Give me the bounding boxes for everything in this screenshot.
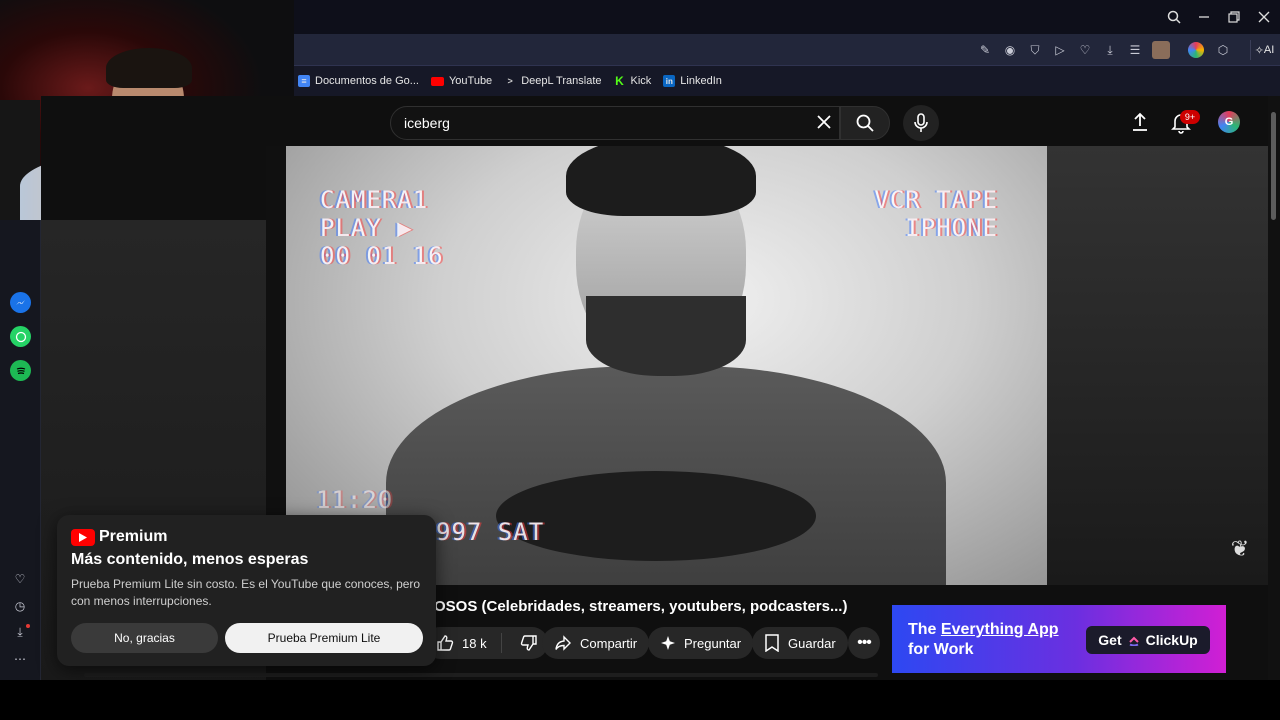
bookmark-google-docs[interactable]: ≡ Documentos de Go...	[298, 75, 419, 87]
premium-logo: Premium	[71, 528, 167, 546]
browser-titlebar	[294, 0, 1280, 34]
minimize-icon[interactable]	[1195, 8, 1213, 26]
clear-icon	[817, 115, 831, 129]
docs-icon: ≡	[298, 75, 310, 87]
cube-icon[interactable]: ⬡	[1214, 41, 1232, 59]
search-input[interactable]	[404, 114, 794, 132]
youtube-icon	[430, 76, 444, 86]
like-icon	[437, 635, 454, 651]
ad-line1-highlight: Everything App	[940, 621, 1059, 638]
ad-headline: The Everything App for Work	[908, 620, 1078, 660]
sparkle-icon	[661, 636, 675, 650]
webcam-person-hair	[106, 48, 192, 88]
bookmark-linkedin[interactable]: in LinkedIn	[663, 75, 722, 87]
youtube-logo-icon	[71, 528, 95, 546]
bottom-black-bar	[0, 680, 1280, 720]
premium-title: Más contenido, menos esperas	[71, 551, 309, 568]
browser-search-icon[interactable]	[1165, 8, 1183, 26]
vhs-time-text: 11:20	[316, 486, 394, 514]
video-person-hair	[566, 146, 756, 216]
close-icon[interactable]	[1255, 8, 1273, 26]
ad-cta-button[interactable]: Get ClickUp	[1086, 626, 1210, 654]
edit-icon[interactable]: ✎	[976, 41, 994, 59]
notification-badge: 9+	[1180, 110, 1200, 124]
premium-brand: Premium	[99, 528, 168, 545]
save-label: Guardar	[788, 635, 836, 651]
scrollbar-thumb[interactable]	[1271, 112, 1276, 220]
share-label: Compartir	[580, 635, 638, 651]
share-button[interactable]: Compartir	[542, 627, 650, 659]
premium-description: Prueba Premium Lite sin costo. Es el You…	[71, 577, 421, 608]
voice-search-button[interactable]	[903, 105, 939, 141]
heart-outline-icon[interactable]: ♡	[1076, 41, 1094, 59]
search-button[interactable]	[840, 106, 890, 140]
ai-label: AI	[1263, 44, 1275, 56]
ad-line2: for Work	[908, 641, 974, 658]
bookmark-label: LinkedIn	[680, 75, 722, 87]
camera-icon[interactable]: ◉	[1001, 41, 1019, 59]
vhs-date-text: 997 SAT	[436, 518, 545, 546]
messenger-icon[interactable]	[10, 292, 31, 313]
player-side-area	[1047, 146, 1268, 585]
dislike-icon	[520, 635, 537, 651]
search-icon	[856, 114, 874, 132]
clear-search-button[interactable]	[812, 110, 836, 134]
bookmark-label: Kick	[630, 75, 652, 87]
history-icon[interactable]: ◷	[11, 597, 29, 615]
bookmark-icon	[765, 634, 779, 652]
clickup-logo-icon	[1128, 636, 1139, 646]
ad-cta-brand: ClickUp	[1145, 632, 1198, 648]
video-title: OSOS (Celebridades, streamers, youtubers…	[434, 598, 848, 615]
vhs-device-text: IPHONE	[905, 214, 998, 242]
ask-button[interactable]: Preguntar	[648, 627, 754, 659]
ai-button[interactable]: ✧ AI	[1250, 40, 1278, 60]
download-dot	[26, 624, 30, 628]
shield-icon[interactable]: ⛉	[1026, 41, 1044, 59]
bookmarks-bar: ≡ Documentos de Go... YouTube > DeepL Tr…	[294, 66, 1280, 96]
bookmark-label: Documentos de Go...	[315, 75, 419, 87]
spotify-icon[interactable]	[10, 360, 31, 381]
more-icon[interactable]: ⋯	[11, 650, 29, 668]
play-icon[interactable]: ▷	[1051, 41, 1069, 59]
more-actions-icon: •••	[857, 634, 872, 651]
account-avatar[interactable]: G	[1218, 111, 1240, 133]
upload-button[interactable]	[1128, 110, 1152, 134]
vhs-camera-text: CAMERA1 PLAY ▶ 00 01 16	[320, 186, 444, 270]
toolbar-download-icon[interactable]: ⤓	[1101, 41, 1119, 59]
description-box-edge	[84, 673, 878, 677]
vhs-tape-text: VCR TAPE	[874, 186, 998, 214]
menu-icon[interactable]: ☰	[1126, 41, 1144, 59]
save-button[interactable]: Guardar	[752, 627, 848, 659]
deepl-icon: >	[507, 76, 513, 86]
ai-sparkle-icon: ✧	[1254, 44, 1264, 57]
bookmark-youtube[interactable]: YouTube	[430, 75, 493, 87]
kick-icon: K	[615, 74, 624, 88]
ask-label: Preguntar	[684, 635, 742, 651]
upload-icon	[1133, 112, 1147, 131]
profile-avatar[interactable]	[1152, 41, 1170, 59]
bookmark-deepl[interactable]: > DeepL Translate	[504, 75, 602, 87]
bookmark-label: YouTube	[448, 75, 493, 87]
restore-icon[interactable]	[1225, 8, 1243, 26]
share-icon	[555, 635, 571, 651]
more-actions-button[interactable]: •••	[848, 627, 880, 659]
like-count: 18 k	[462, 635, 487, 651]
ad-line1-prefix: The	[908, 621, 941, 638]
bat-logo	[496, 471, 816, 561]
extension-icon[interactable]	[1188, 42, 1204, 58]
mic-icon	[914, 113, 928, 132]
like-dislike-group: 18 k	[424, 627, 548, 659]
like-divider	[500, 633, 502, 653]
bookmark-label: DeepL Translate	[521, 75, 602, 87]
decline-premium-button[interactable]: No, gracias	[71, 623, 218, 653]
try-premium-button[interactable]: Prueba Premium Lite	[225, 623, 423, 653]
channel-watermark-icon[interactable]: ❦	[1224, 534, 1256, 564]
whatsapp-icon[interactable]	[10, 326, 31, 347]
linkedin-icon: in	[663, 75, 676, 87]
bookmark-kick[interactable]: K Kick	[614, 74, 652, 88]
video-person-beard	[586, 296, 746, 376]
ad-cta-prefix: Get	[1098, 632, 1122, 648]
heart-icon[interactable]: ♡	[11, 570, 29, 588]
